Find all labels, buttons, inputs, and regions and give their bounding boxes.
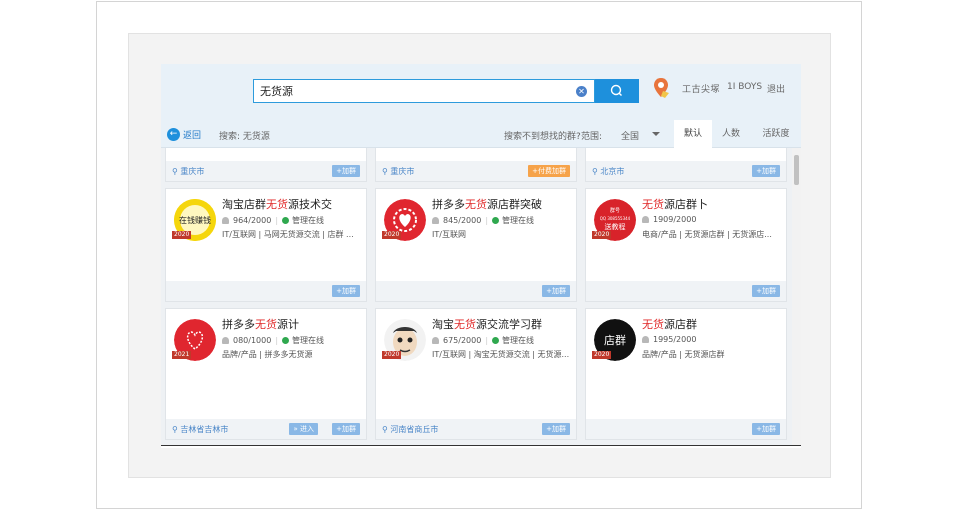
search-box[interactable]: ✕ [253,79,595,103]
group-title[interactable]: 无货源店群卜 [642,196,708,212]
svg-text:QQ 308555344: QQ 308555344 [600,216,631,221]
join-button[interactable]: +加群 [542,423,570,435]
back-button[interactable]: ← 返回 [167,127,201,141]
range-label: 范围: [581,132,603,142]
person-icon [222,337,229,344]
user-id: 1I BOYS [727,82,763,92]
check-icon [492,217,500,224]
card-footer: ⚲ 北京市 +加群 [586,161,786,181]
svg-text:在钱赚钱: 在钱赚钱 [179,215,211,225]
card-footer: ⚲ 重庆市 +付费加群 [376,161,576,181]
chevron-down-icon[interactable] [652,132,660,136]
user-name[interactable]: 工古尖塚 [682,82,720,95]
results-list[interactable]: ⚲ 重庆市 +加群 ⚲ 重庆市 +付费加群 ⚲ 北京市 +加群 在钱赚钱 202… [161,148,801,446]
logout-link[interactable]: 退出 [767,82,785,95]
svg-text:送教程: 送教程 [605,222,626,231]
range-select[interactable]: 全国 [621,129,639,142]
group-title[interactable]: 淘宝店群无货源技术交 [222,196,332,212]
group-tags: IT/互联网 | 马网无货源交流 | 店群 ... [222,230,354,239]
join-button[interactable]: +加群 [332,423,360,435]
location-pin-icon [654,78,669,98]
card-footer: ⚲ 河南省商丘市 +加群 [376,419,576,439]
group-card[interactable]: ⚲ 重庆市 +加群 [165,148,367,182]
person-icon [642,336,649,343]
divider [161,445,801,446]
year-badge: 2020 [592,231,612,239]
join-button[interactable]: +加群 [332,285,360,297]
scrollbar[interactable] [792,148,801,445]
join-button[interactable]: +加群 [752,285,780,297]
person-icon [432,337,439,344]
year-badge: 2021 [172,351,192,359]
group-title[interactable]: 淘宝无货源交流学习群 [432,316,542,332]
card-footer: +加群 [166,281,366,301]
card-footer: +加群 [586,281,786,301]
location-label: ⚲ 重庆市 [172,167,205,176]
search-button[interactable] [595,79,639,103]
group-meta: 1909/2000 [642,215,696,224]
location-label: ⚲ 河南省商丘市 [382,425,439,434]
group-tags: IT/互联网 | 淘宝无货源交流 | 无货源... [432,350,570,359]
group-card[interactable]: 2020 拼多多无货源店群突破 845/2000 | 管理在线 IT/互联网 +加群 [375,188,577,302]
top-bar: ✕ 工古尖塚 1I BOYS 退出 [161,64,801,120]
join-button[interactable]: +加群 [542,285,570,297]
arrow-left-icon: ← [167,127,180,141]
year-badge: 2020 [592,351,612,359]
check-icon [282,337,290,344]
group-title[interactable]: 拼多多无货源店群突破 [432,196,542,212]
search-input[interactable] [260,83,560,99]
group-card[interactable]: 2021 拼多多无货源计 080/1000 | 管理在线 品牌/产品 | 拼多多无货… [165,308,367,440]
join-button[interactable]: +加群 [332,165,360,177]
group-card[interactable]: 2020 淘宝无货源交流学习群 675/2000 | 管理在线 IT/互联网 | 淘… [375,308,577,440]
svg-text:群号: 群号 [610,207,620,214]
svg-text:店群: 店群 [604,333,626,347]
card-footer: ⚲ 吉林省吉林市 » 进入 +加群 [166,419,366,439]
person-icon [642,216,649,223]
app-window: ✕ 工古尖塚 1I BOYS 退出 ← 返回 搜索: 无货源 搜索不到想找的群?… [161,64,801,448]
group-title[interactable]: 拼多多无货源计 [222,316,299,332]
clear-icon[interactable]: ✕ [576,86,587,97]
tab-activity[interactable]: 活跃度 [756,120,796,148]
group-card[interactable]: 店群 2020 无货源店群 1995/2000 品牌/产品 | 无货源店群 +加… [585,308,787,440]
location-label: ⚲ 北京市 [592,167,625,176]
card-footer: +加群 [586,419,786,439]
check-icon [282,217,290,224]
paid-join-button[interactable]: +付费加群 [528,165,570,177]
group-card[interactable]: ⚲ 北京市 +加群 [585,148,787,182]
join-button[interactable]: +加群 [752,165,780,177]
toolbar: ← 返回 搜索: 无货源 搜索不到想找的群? 范围: 全国 默认 人数 活跃度 [161,120,801,148]
tab-default[interactable]: 默认 [674,120,712,148]
group-tags: 品牌/产品 | 无货源店群 [642,350,725,359]
group-tags: 品牌/产品 | 拼多多无货源 [222,350,313,359]
back-label: 返回 [183,130,202,141]
group-meta: 675/2000 | 管理在线 [432,335,534,346]
group-meta: 1995/2000 [642,335,696,344]
enter-button[interactable]: » 进入 [289,423,318,435]
card-footer: +加群 [376,281,576,301]
group-card[interactable]: 群号 QQ 308555344 送教程 2020 无货源店群卜 1909/200… [585,188,787,302]
join-button[interactable]: +加群 [752,423,780,435]
year-badge: 2020 [382,231,402,239]
scroll-thumb[interactable] [794,155,799,185]
group-meta: 845/2000 | 管理在线 [432,215,534,226]
group-card[interactable]: ⚲ 重庆市 +付费加群 [375,148,577,182]
location-label: ⚲ 吉林省吉林市 [172,425,229,434]
group-meta: 964/2000 | 管理在线 [222,215,324,226]
person-icon [222,217,229,224]
group-meta: 080/1000 | 管理在线 [222,335,324,346]
not-found-link[interactable]: 搜索不到想找的群? [504,129,581,142]
check-icon [492,337,500,344]
person-icon [432,217,439,224]
group-tags: IT/互联网 [432,230,466,239]
group-tags: 电商/产品 | 无货源店群 | 无货源店... [642,230,772,239]
search-icon [610,84,622,96]
search-query-label: 搜索: 无货源 [219,132,270,142]
card-footer: ⚲ 重庆市 +加群 [166,161,366,181]
year-badge: 2020 [382,351,402,359]
location-label: ⚲ 重庆市 [382,167,415,176]
year-badge: 2020 [172,231,192,239]
group-title[interactable]: 无货源店群 [642,316,697,332]
group-card[interactable]: 在钱赚钱 2020 淘宝店群无货源技术交 964/2000 | 管理在线 IT/互联… [165,188,367,302]
tab-people[interactable]: 人数 [712,120,750,148]
